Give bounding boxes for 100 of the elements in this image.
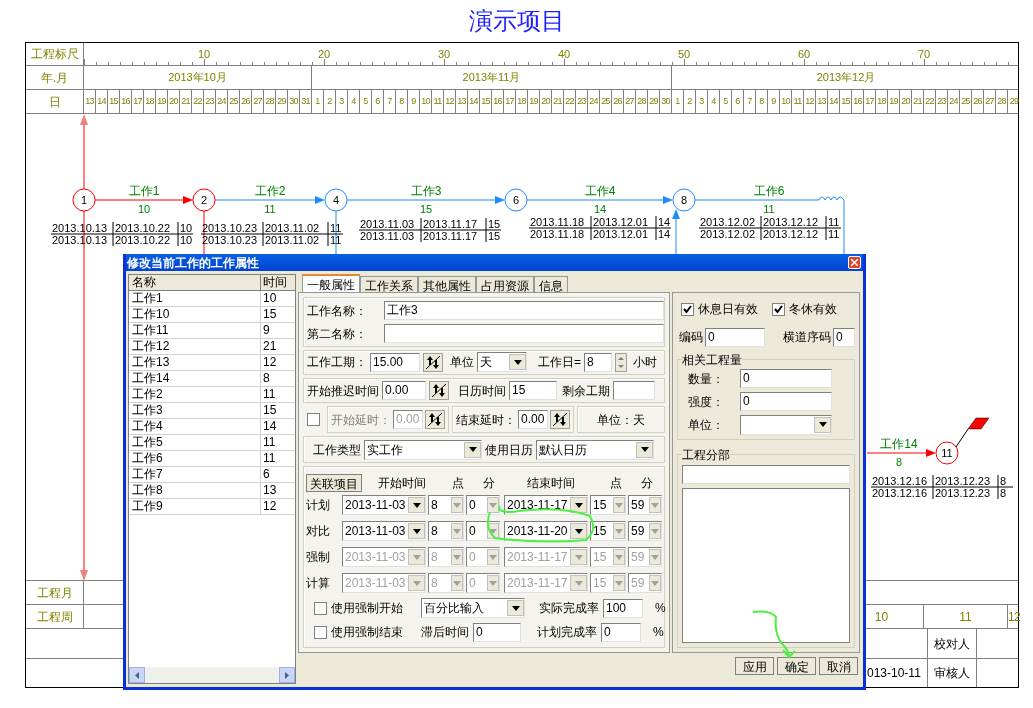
text-field[interactable]: 8	[584, 352, 612, 372]
tab[interactable]: 工作关系	[360, 276, 418, 292]
table-cell[interactable]: 9	[261, 323, 295, 338]
table-cell[interactable]: 工作1	[129, 291, 261, 306]
table-cell[interactable]: 工作14	[129, 371, 261, 386]
text-field[interactable]	[384, 324, 664, 343]
text-field[interactable]: 0.00	[518, 410, 548, 430]
dropdown[interactable]: 8	[428, 521, 464, 541]
text-field[interactable]: 100	[603, 598, 643, 618]
close-button[interactable]	[848, 256, 861, 269]
tab[interactable]: 占用资源	[476, 276, 534, 292]
table-cell[interactable]: 15	[261, 307, 295, 322]
table-cell[interactable]: 工作3	[129, 403, 261, 418]
link-project-button[interactable]: 关联项目	[306, 474, 362, 492]
tab[interactable]: 其他属性	[418, 276, 476, 292]
day-cell: 21	[552, 90, 564, 113]
checkbox[interactable]	[314, 625, 327, 639]
text-field[interactable]: 0	[473, 622, 521, 642]
dropdown[interactable]: 天	[477, 352, 527, 373]
field-label: 工作名称：	[307, 302, 368, 320]
spin-button[interactable]	[429, 381, 449, 401]
event-node[interactable]: 6	[504, 188, 528, 212]
table-cell[interactable]: 12	[261, 355, 295, 370]
text-field[interactable]: 0.00	[382, 381, 426, 401]
table-cell[interactable]: 工作6	[129, 451, 261, 466]
spin-button[interactable]	[550, 410, 570, 430]
text-field[interactable]: 0	[740, 392, 832, 411]
text-field[interactable]: 0	[705, 327, 765, 347]
checkbox[interactable]	[314, 601, 327, 615]
dropdown[interactable]: 2013-11-03	[342, 521, 426, 541]
event-node[interactable]: 1	[72, 188, 96, 212]
table-cell[interactable]: 工作12	[129, 339, 261, 354]
day-cell: 15	[480, 90, 492, 113]
dropdown[interactable]: 15	[590, 495, 626, 515]
table-cell[interactable]: 工作4	[129, 419, 261, 434]
text-field[interactable]	[682, 465, 850, 484]
spin-button[interactable]	[425, 410, 445, 430]
dropdown[interactable]: 0	[466, 521, 500, 541]
dialog-button[interactable]: 取消	[819, 657, 858, 675]
table-cell[interactable]: 工作11	[129, 323, 261, 338]
dropdown[interactable]: 0	[466, 495, 500, 515]
dialog-button[interactable]: 确定	[777, 657, 816, 675]
dropdown[interactable]: 默认日历	[536, 439, 654, 460]
table-cell[interactable]: 工作5	[129, 435, 261, 450]
tab[interactable]: 信息	[534, 276, 568, 292]
dropdown[interactable]: 2013-11-03	[342, 495, 426, 515]
caret-icon	[615, 554, 623, 560]
text-field[interactable]	[613, 381, 655, 401]
dropdown[interactable]: 2013-11-17	[504, 495, 588, 515]
checkbox[interactable]	[772, 302, 785, 316]
text-field[interactable]: 0	[740, 369, 832, 388]
column-header[interactable]: 时间	[261, 275, 295, 290]
text-field[interactable]: 15.00	[370, 352, 420, 372]
dropdown[interactable]: 百分比输入	[421, 598, 525, 618]
table-cell[interactable]: 工作10	[129, 307, 261, 322]
tab[interactable]: 一般属性	[302, 274, 360, 292]
checkbox[interactable]	[681, 302, 694, 316]
up-down-control[interactable]	[615, 352, 627, 372]
table-cell[interactable]: 14	[261, 419, 295, 434]
day-cell: 17	[504, 90, 516, 113]
table-cell[interactable]: 11	[261, 451, 295, 466]
table-cell[interactable]: 13	[261, 483, 295, 498]
table-cell[interactable]: 6	[261, 467, 295, 482]
table-cell[interactable]: 11	[261, 387, 295, 402]
event-node[interactable]: 11	[935, 441, 959, 465]
table-cell[interactable]: 10	[261, 291, 295, 306]
caret-icon	[818, 422, 827, 427]
table-cell[interactable]: 工作8	[129, 483, 261, 498]
dropdown[interactable]: 59	[628, 521, 662, 541]
horizontal-scrollbar[interactable]	[129, 667, 295, 683]
dropdown[interactable]: 2013-11-20	[504, 521, 588, 541]
table-cell[interactable]: 工作9	[129, 499, 261, 514]
dropdown[interactable]: 8	[428, 495, 464, 515]
text-field[interactable]: 0	[833, 327, 855, 347]
dropdown[interactable]: 59	[628, 495, 662, 515]
table-cell[interactable]: 工作7	[129, 467, 261, 482]
dropdown[interactable]: 实工作	[364, 439, 482, 460]
dropdown[interactable]	[740, 414, 832, 435]
field-label: 休息日有效	[698, 301, 758, 318]
event-node[interactable]: 2	[192, 188, 216, 212]
table-cell[interactable]: 11	[261, 435, 295, 450]
column-header[interactable]: 名称	[129, 275, 261, 290]
table-cell[interactable]: 工作2	[129, 387, 261, 402]
table-cell[interactable]: 8	[261, 371, 295, 386]
dropdown[interactable]: 15	[590, 521, 626, 541]
table-cell[interactable]: 21	[261, 339, 295, 354]
event-node[interactable]: 8	[672, 188, 696, 212]
spin-button[interactable]	[423, 352, 443, 372]
dialog-button[interactable]: 应用	[735, 657, 774, 675]
text-field[interactable]: 工作3	[384, 301, 664, 320]
duration-text: 15	[488, 230, 501, 242]
table-cell[interactable]: 12	[261, 499, 295, 514]
list-box[interactable]	[682, 488, 850, 643]
duration-text: 15	[488, 218, 501, 230]
event-node[interactable]: 4	[324, 188, 348, 212]
column-header: 分	[640, 475, 655, 492]
text-field[interactable]: 15	[509, 381, 557, 401]
table-cell[interactable]: 15	[261, 403, 295, 418]
table-cell[interactable]: 工作13	[129, 355, 261, 370]
text-field[interactable]: 0	[601, 622, 641, 642]
